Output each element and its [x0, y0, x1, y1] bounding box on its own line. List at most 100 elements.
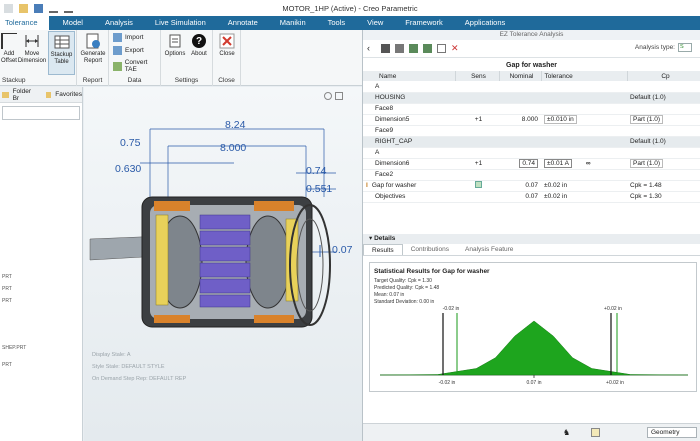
tab-contributions[interactable]: Contributions	[403, 244, 457, 255]
tab-analysis-feature[interactable]: Analysis Feature	[457, 244, 521, 255]
table-row[interactable]: A	[363, 81, 700, 93]
generate-report-button[interactable]: Generate Report	[79, 33, 107, 65]
delete-icon[interactable]: ✕	[451, 44, 460, 53]
tab-tolerance[interactable]: Tolerance	[0, 16, 49, 30]
help-icon: ?	[191, 33, 207, 49]
tolerance-field[interactable]: ±0.010 in	[544, 115, 577, 124]
tree-item[interactable]: PRT	[2, 298, 12, 304]
panel-header: EZ Tolerance Analysis	[363, 30, 700, 40]
dimension-label[interactable]: 0.74	[306, 165, 326, 177]
column-header[interactable]: Tolerance	[541, 71, 628, 81]
link-icon[interactable]: ∞	[586, 160, 591, 167]
report-icon	[85, 33, 101, 49]
tab-results[interactable]: Results	[363, 244, 403, 255]
title-bar: MOTOR_1HP (Active) - Creo Parametric	[0, 0, 700, 16]
close-button[interactable]: Close	[216, 33, 238, 58]
selection-filter[interactable]: Geometry	[647, 427, 697, 438]
svg-text:?: ?	[196, 36, 202, 47]
tab-tools[interactable]: Tools	[317, 16, 357, 30]
filter-icon[interactable]: ♞	[563, 428, 570, 437]
convert-button[interactable]: Convert TAE	[113, 59, 160, 73]
nominal-field[interactable]: 0.74	[519, 159, 538, 168]
column-header[interactable]: Name	[363, 71, 456, 81]
graphics-window[interactable]: 8.24 0.75 8.000 0.630 0.74 0.551 0.07 Di…	[84, 87, 362, 441]
table-row[interactable]: Face2	[363, 169, 700, 181]
dimension-label[interactable]: 8.24	[225, 119, 245, 131]
column-header[interactable]: Sens	[455, 71, 500, 81]
details-tabs: Results Contributions Analysis Feature	[363, 244, 700, 256]
distribution-area	[379, 320, 689, 376]
tab-view[interactable]: View	[356, 16, 394, 30]
tick-label: +0.02 in	[606, 380, 624, 386]
model-note: Display Stale: A	[92, 352, 131, 358]
export-icon	[113, 46, 122, 55]
ribbon-tabs: Tolerance Model Analysis Live Simulation…	[0, 16, 700, 30]
analysis-type-select[interactable]: S	[678, 43, 692, 52]
options-button[interactable]: Options	[163, 33, 187, 58]
table-row[interactable]: Dimension5 +1 8.000 ±0.010 in Part (1.0)	[363, 114, 700, 126]
limit-label: -0.02 in	[443, 306, 460, 312]
tab-model[interactable]: Model	[49, 16, 94, 30]
stack-icon[interactable]	[381, 44, 390, 53]
tree-filter-input[interactable]	[2, 106, 80, 120]
tab-manikin[interactable]: Manikin	[269, 16, 317, 30]
report-group: Generate Report Report	[77, 30, 109, 86]
tab-folder-browser[interactable]: Folder Br	[13, 88, 38, 102]
dimension-label[interactable]: 0.551	[306, 183, 332, 195]
copy-icon[interactable]	[437, 44, 446, 53]
column-header[interactable]: Nominal	[499, 71, 542, 81]
favorites-icon[interactable]	[45, 91, 52, 98]
snapshot-icon[interactable]	[591, 428, 600, 437]
tab-framework[interactable]: Framework	[394, 16, 454, 30]
back-icon[interactable]: ‹	[367, 44, 376, 53]
dimension-label[interactable]: 0.630	[115, 163, 141, 175]
window-title: MOTOR_1HP (Active) - Creo Parametric	[282, 3, 418, 13]
data-group: Import Export Convert TAE Data	[109, 30, 161, 86]
cp-field[interactable]: Part (1.0)	[630, 159, 664, 168]
add-stack-icon[interactable]	[409, 44, 418, 53]
dimension-label[interactable]: 8.000	[220, 142, 246, 154]
tree-item[interactable]: PRT	[2, 362, 12, 368]
stackup-table-button[interactable]: Stackup Table	[48, 31, 75, 75]
analysis-type: Analysis type: S	[635, 43, 692, 52]
tree-item[interactable]: PRT	[2, 274, 12, 280]
column-header[interactable]: Cp	[627, 71, 700, 81]
table-row[interactable]: RIGHT_CAP Default (1.0)	[363, 136, 700, 148]
navigator-tabs: Folder Br Favorites	[0, 87, 82, 103]
tolerance-field[interactable]: ±0.01 A	[544, 159, 573, 168]
table-row[interactable]: HOUSING Default (1.0)	[363, 92, 700, 104]
tree-item[interactable]: SHEP.PRT	[2, 345, 26, 351]
import-button[interactable]: Import	[113, 33, 143, 42]
about-button[interactable]: ? About	[188, 33, 210, 58]
note-icon[interactable]	[475, 181, 482, 188]
folder-icon[interactable]	[2, 91, 9, 98]
add-gap-icon[interactable]	[423, 44, 432, 53]
tab-analysis[interactable]: Analysis	[94, 16, 144, 30]
tab-favorites[interactable]: Favorites	[55, 91, 82, 98]
table-row[interactable]: Dimension6 +1 0.74 ±0.01 A ∞ Part (1.0)	[363, 158, 700, 170]
dimension-label[interactable]: 0.75	[120, 137, 140, 149]
tab-applications[interactable]: Applications	[454, 16, 516, 30]
add-offset-icon	[1, 33, 17, 49]
tab-annotate[interactable]: Annotate	[217, 16, 269, 30]
model-note: On Demand Step Rep: DEFAULT REP	[92, 376, 187, 382]
table-row[interactable]: Face9	[363, 125, 700, 137]
options-icon	[167, 33, 183, 49]
export-button[interactable]: Export	[113, 46, 144, 55]
move-dimension-button[interactable]: Move Dimension	[17, 33, 47, 65]
dimension-icon[interactable]	[395, 44, 404, 53]
dimension-label[interactable]: 0.07	[332, 244, 352, 256]
tab-live-simulation[interactable]: Live Simulation	[144, 16, 217, 30]
model-note: Style Stale: DEFAULT STYLE	[92, 364, 165, 370]
table-row[interactable]: Objectives 0.07 ±0.02 in Cpk = 1.30	[363, 191, 700, 203]
table-row[interactable]: I Gap for washer 0.07 ±0.02 in Cpk = 1.48	[363, 180, 700, 192]
stackup-group: Add Offset Move Dimension Stackup Table …	[0, 30, 77, 86]
tree-item[interactable]: PRT	[2, 286, 12, 292]
move-dimension-icon	[24, 33, 40, 49]
table-row[interactable]: A	[363, 147, 700, 159]
details-header[interactable]: ▾ Details	[363, 234, 700, 244]
table-row[interactable]: Face8	[363, 103, 700, 115]
cp-field[interactable]: Part (1.0)	[630, 115, 664, 124]
distribution-plot: -0.02 in +0.02 in -0.02 in 0.07 in +0.02 in	[379, 306, 689, 386]
gap-title: Gap for washer	[506, 62, 557, 69]
